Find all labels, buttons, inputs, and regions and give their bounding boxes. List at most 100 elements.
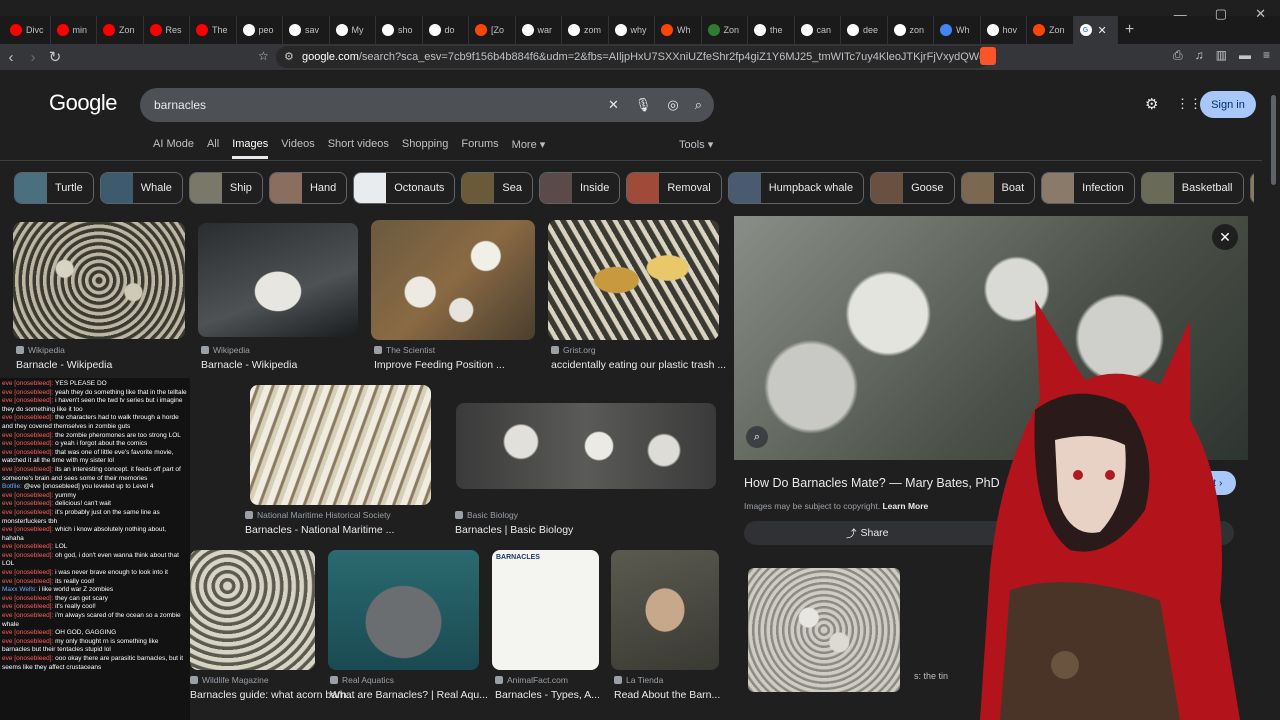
result-caption[interactable]: Basic Biology Barnacles | Basic Biology <box>455 510 573 536</box>
browser-tab[interactable]: war <box>516 16 562 44</box>
browser-tab[interactable]: [Zo <box>469 16 516 44</box>
browser-tab[interactable]: My <box>330 16 376 44</box>
browser-tab[interactable]: min <box>51 16 97 44</box>
close-preview-icon[interactable]: ✕ <box>1212 224 1238 250</box>
result-image[interactable] <box>198 223 358 337</box>
chat-message: eve [onosebleed]: LOL <box>2 543 188 552</box>
suggestion-chip[interactable]: Turtle <box>14 172 94 204</box>
result-image[interactable] <box>371 220 535 340</box>
reload-icon[interactable]: ↻ <box>44 48 66 66</box>
result-image[interactable] <box>548 220 719 340</box>
suggestion-chip[interactable]: Ship <box>188 172 263 204</box>
active-tab[interactable]: G ✕ <box>1073 16 1118 44</box>
filter-tab[interactable]: Shopping <box>402 138 449 159</box>
result-image[interactable] <box>611 550 719 670</box>
google-icon <box>893 24 906 36</box>
mic-icon[interactable]: 🎙 <box>635 97 652 113</box>
browser-tab[interactable]: can <box>795 16 841 44</box>
minimize-icon[interactable]: — <box>1174 7 1187 22</box>
suggestion-chip[interactable]: Removal <box>626 172 722 204</box>
result-caption[interactable]: Grist.org accidentally eating our plastic… <box>551 345 726 371</box>
suggestion-chip[interactable]: Infection <box>1041 172 1135 204</box>
lens-search-icon[interactable]: ⌕ <box>746 426 768 448</box>
result-caption[interactable]: Wikipedia Barnacle - Wikipedia <box>16 345 112 371</box>
browser-tab[interactable]: Zon <box>1027 16 1074 44</box>
browser-tab[interactable]: Wh <box>934 16 981 44</box>
chat-username: eve [onosebleed]: <box>2 543 54 551</box>
result-caption[interactable]: Real Aquatics What are Barnacles? | Real … <box>330 675 488 701</box>
browser-tab[interactable]: the <box>748 16 795 44</box>
result-image[interactable] <box>328 550 479 670</box>
suggestion-chip[interactable]: Whale <box>99 172 183 204</box>
result-image[interactable] <box>250 385 431 505</box>
filter-tab[interactable]: Images <box>232 138 269 159</box>
browser-tab[interactable]: do <box>423 16 469 44</box>
chat-username: eve [onosebleed]: <box>2 500 54 508</box>
browser-tab[interactable]: Wh <box>655 16 702 44</box>
suggestion-chip[interactable]: Octonauts <box>353 172 456 204</box>
scrollbar-thumb[interactable] <box>1271 95 1276 185</box>
address-bar[interactable]: ⚙ google.com/search?sca_esv=7cb9f156b4b8… <box>276 46 990 68</box>
filter-tab[interactable]: AI Mode <box>153 138 194 159</box>
result-caption[interactable]: Wikipedia Barnacle - Wikipedia <box>201 345 297 371</box>
forward-icon[interactable]: › <box>22 49 44 66</box>
google-icon <box>521 24 534 36</box>
search-icon[interactable]: ⌕ <box>695 97 702 113</box>
page-scrollbar[interactable] <box>1271 75 1278 720</box>
new-tab-button[interactable]: + <box>1118 21 1142 39</box>
bookmark-icon[interactable]: ☆ <box>258 49 269 63</box>
sign-in-button[interactable]: Sign in <box>1200 91 1256 118</box>
result-image[interactable]: BARNACLES <box>492 550 599 670</box>
media-icon[interactable]: ♫ <box>1195 48 1204 63</box>
filter-tab[interactable]: Videos <box>281 138 314 159</box>
clear-icon[interactable]: ✕ <box>608 97 619 113</box>
browser-tab[interactable]: Divc <box>4 16 51 44</box>
suggestion-chip[interactable]: Boat <box>960 172 1036 204</box>
sidebar-icon[interactable]: ▥ <box>1216 48 1227 63</box>
browser-tab[interactable]: hov <box>981 16 1027 44</box>
suggestion-chip[interactable]: Shell <box>1249 172 1254 204</box>
suggestion-chip[interactable]: Hand <box>268 172 348 204</box>
result-image[interactable] <box>456 403 716 489</box>
result-caption[interactable]: La Tienda Read About the Barn... <box>614 675 720 701</box>
filter-tab[interactable]: Short videos <box>328 138 389 159</box>
browser-tab[interactable]: sav <box>283 16 330 44</box>
browser-tab[interactable]: dee <box>841 16 888 44</box>
suggestion-chip[interactable]: Humpback whale <box>727 172 865 204</box>
filter-tab[interactable]: All <box>207 138 219 159</box>
menu-icon[interactable]: ≡ <box>1263 48 1270 63</box>
result-image[interactable] <box>13 222 185 339</box>
google-logo[interactable]: Google <box>49 90 117 116</box>
brave-shield-icon[interactable] <box>980 47 996 65</box>
suggestion-chip[interactable]: Inside <box>538 172 621 204</box>
filter-tab[interactable]: Forums <box>461 138 498 159</box>
back-icon[interactable]: ‹ <box>0 49 22 66</box>
lens-icon[interactable]: ◎ <box>667 97 678 113</box>
install-icon[interactable]: ⎙ <box>1173 48 1183 63</box>
settings-icon[interactable]: ⚙ <box>1145 95 1158 113</box>
maximize-icon[interactable]: ▢ <box>1215 6 1227 22</box>
suggestion-chip[interactable]: Goose <box>870 172 955 204</box>
browser-tab[interactable]: The <box>190 16 237 44</box>
suggestion-chip[interactable]: Basketball <box>1140 172 1244 204</box>
close-window-icon[interactable]: ✕ <box>1255 6 1266 22</box>
browser-tab[interactable]: zon <box>888 16 934 44</box>
browser-tab[interactable]: why <box>609 16 655 44</box>
browser-tab[interactable]: Res <box>144 16 190 44</box>
tools-button[interactable]: Tools ▾ <box>679 138 713 151</box>
wallet-icon[interactable]: ▬ <box>1239 48 1251 63</box>
site-info-icon[interactable]: ⚙ <box>284 50 294 63</box>
result-image[interactable] <box>190 550 315 670</box>
suggestion-chip[interactable]: Sea <box>461 172 533 204</box>
browser-tab[interactable]: Zon <box>702 16 748 44</box>
close-tab-icon[interactable]: ✕ <box>1098 24 1107 37</box>
result-caption[interactable]: AnimalFact.com Barnacles - Types, A... <box>495 675 600 701</box>
result-caption[interactable]: The Scientist Improve Feeding Position ..… <box>374 345 505 371</box>
filter-tab[interactable]: More ▾ <box>512 138 546 159</box>
browser-tab[interactable]: peo <box>237 16 283 44</box>
result-caption[interactable]: National Maritime Historical Society Barn… <box>245 510 394 536</box>
search-input[interactable]: barnacles ✕ 🎙 ◎ ⌕ <box>140 88 714 122</box>
browser-tab[interactable]: zom <box>562 16 609 44</box>
browser-tab[interactable]: sho <box>376 16 423 44</box>
browser-tab[interactable]: Zon <box>97 16 144 44</box>
